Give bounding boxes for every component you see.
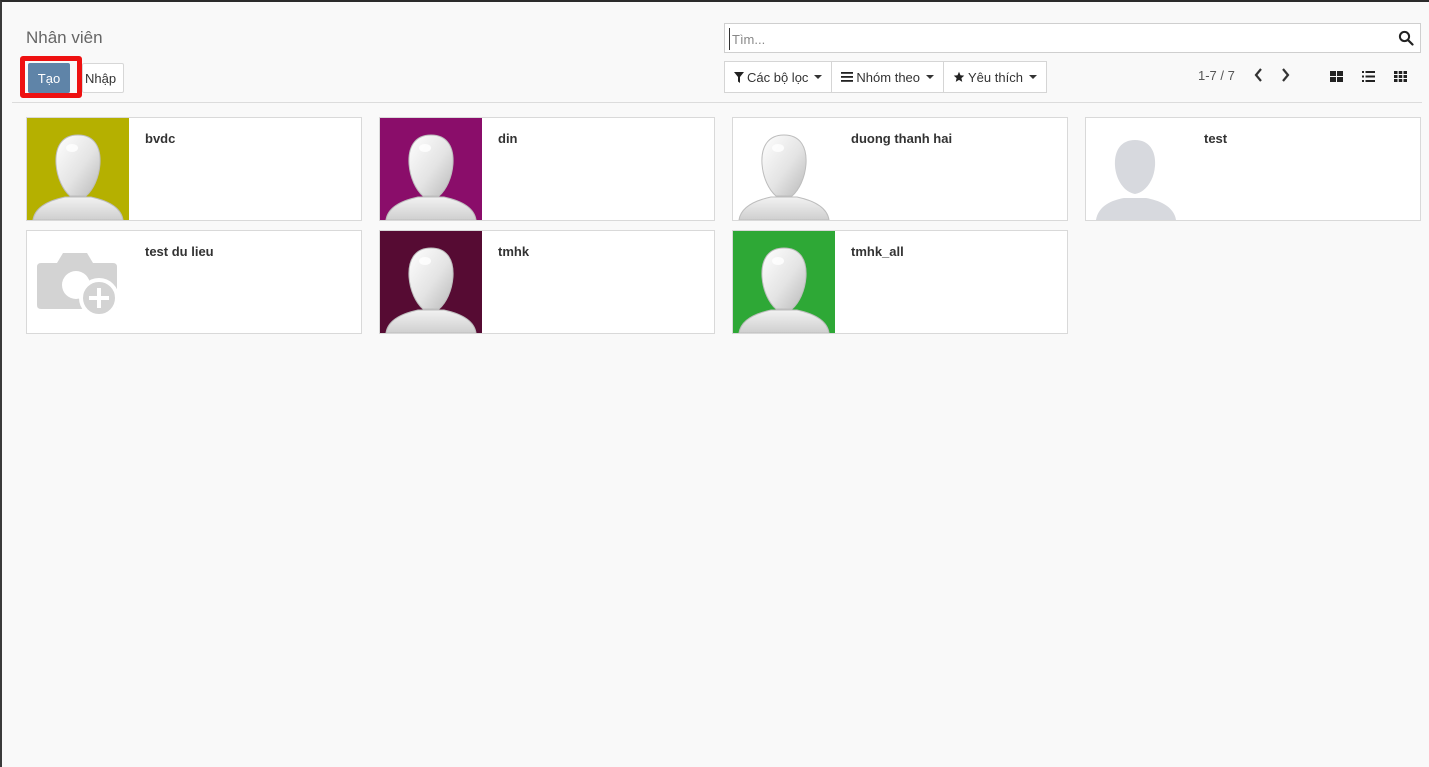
employee-card[interactable]: din bbox=[379, 117, 715, 221]
page-title: Nhân viên bbox=[26, 28, 103, 47]
favorites-dropdown[interactable]: Yêu thích bbox=[944, 62, 1046, 92]
chevron-right-icon[interactable] bbox=[1278, 66, 1292, 84]
pager-value[interactable]: 1-7 / 7 bbox=[1198, 68, 1235, 83]
star-icon bbox=[953, 71, 965, 82]
activity-view-button[interactable] bbox=[1386, 61, 1414, 91]
chevron-down-icon bbox=[1028, 75, 1037, 79]
chevron-left-icon[interactable] bbox=[1252, 66, 1266, 84]
search-box bbox=[724, 23, 1421, 53]
favorites-label: Yêu thích bbox=[968, 69, 1023, 85]
avatar-photo bbox=[380, 231, 482, 333]
filters-dropdown[interactable]: Các bộ lọc bbox=[725, 62, 833, 92]
employee-card[interactable]: bvdc bbox=[26, 117, 362, 221]
search-icon[interactable] bbox=[1398, 30, 1414, 46]
import-button[interactable]: Nhập bbox=[82, 63, 124, 93]
list-view-icon bbox=[1361, 70, 1375, 82]
employee-card[interactable]: duong thanh hai bbox=[732, 117, 1068, 221]
app-frame: Nhân viên Tạo Nhập Các bộ lọc bbox=[0, 0, 1429, 767]
employee-name: din bbox=[498, 131, 518, 146]
avatar-photo bbox=[380, 118, 482, 220]
avatar-photo bbox=[27, 118, 129, 220]
groupby-dropdown[interactable]: Nhóm theo bbox=[832, 62, 945, 92]
search-input[interactable] bbox=[729, 28, 1394, 50]
bars-icon bbox=[841, 72, 854, 82]
employee-card[interactable]: test bbox=[1085, 117, 1421, 221]
create-button[interactable]: Tạo bbox=[28, 63, 70, 93]
employee-name: tmhk bbox=[498, 244, 530, 259]
control-panel: Nhân viên Tạo Nhập Các bộ lọc bbox=[12, 10, 1422, 103]
kanban-view-button[interactable] bbox=[1322, 61, 1350, 91]
employee-name: test du lieu bbox=[145, 244, 214, 259]
grid-view-icon bbox=[1393, 70, 1407, 82]
kanban-view-icon bbox=[1329, 70, 1343, 82]
employee-name: duong thanh hai bbox=[851, 131, 953, 146]
employee-name: test bbox=[1204, 131, 1228, 146]
chevron-down-icon bbox=[814, 75, 823, 79]
employee-card[interactable]: test du lieu bbox=[26, 230, 362, 334]
camera-plus-icon bbox=[27, 231, 129, 333]
avatar-photo bbox=[733, 231, 835, 333]
search-options: Các bộ lọc Nhóm theo Yêu thích bbox=[724, 61, 1047, 93]
chevron-down-icon bbox=[926, 75, 935, 79]
employee-card[interactable]: tmhk_all bbox=[732, 230, 1068, 334]
employee-card[interactable]: tmhk bbox=[379, 230, 715, 334]
groupby-label: Nhóm theo bbox=[856, 69, 921, 85]
filter-icon bbox=[734, 71, 744, 83]
employee-name: tmhk_all bbox=[851, 244, 904, 259]
employee-name: bvdc bbox=[145, 131, 176, 146]
person-placeholder-icon bbox=[1086, 118, 1188, 220]
avatar-photo bbox=[733, 118, 835, 220]
list-view-button[interactable] bbox=[1354, 61, 1382, 91]
filters-label: Các bộ lọc bbox=[747, 69, 809, 85]
